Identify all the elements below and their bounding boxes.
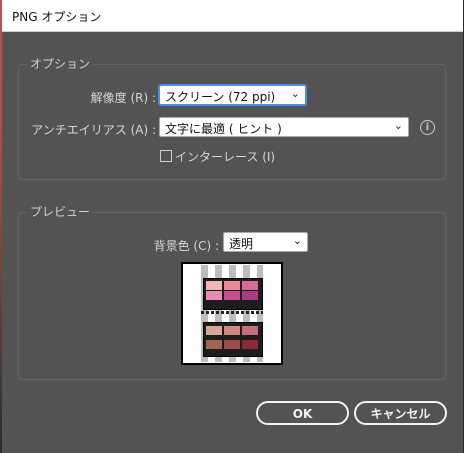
- background-color-label: 背景色 (C) :: [153, 239, 219, 253]
- info-icon[interactable]: i: [420, 120, 435, 135]
- swatch: [242, 326, 258, 335]
- png-options-dialog: PNG オプション オプション 解像度 (R) : スクリーン (72 ppi)…: [2, 0, 463, 453]
- palette-bottom: [203, 322, 263, 357]
- swatch: [224, 281, 240, 290]
- swatch: [242, 281, 258, 290]
- swatch: [206, 281, 222, 290]
- options-group-title: オプション: [27, 55, 94, 72]
- antialias-label: アンチエイリアス (A) :: [31, 123, 156, 137]
- chevron-down-icon: ⌄: [290, 87, 300, 100]
- chevron-down-icon: ⌄: [393, 119, 403, 132]
- interlace-checkbox[interactable]: [160, 150, 172, 162]
- title-bar: PNG オプション: [2, 0, 463, 32]
- preview-canvas: [183, 264, 281, 363]
- background-color-value: 透明: [229, 237, 254, 251]
- swatch: [224, 291, 240, 300]
- antialias-value: 文字に最適 ( ヒント ): [165, 122, 282, 136]
- interlace-label[interactable]: インターレース (I): [175, 148, 275, 165]
- swatch: [224, 326, 240, 335]
- cancel-button[interactable]: キャンセル: [354, 401, 447, 425]
- background-color-select[interactable]: 透明 ⌄: [223, 232, 308, 252]
- palette-top: [203, 278, 263, 310]
- resolution-label: 解像度 (R) :: [90, 91, 156, 105]
- swatch: [206, 326, 222, 335]
- palette-caption: [201, 311, 263, 314]
- chevron-down-icon: ⌄: [292, 234, 302, 247]
- resolution-select[interactable]: スクリーン (72 ppi) ⌄: [159, 85, 306, 105]
- swatch: [242, 340, 258, 349]
- preview-group-title: プレビュー: [27, 203, 94, 220]
- swatch: [224, 340, 240, 349]
- ok-button[interactable]: OK: [256, 401, 349, 425]
- preview-image: [181, 262, 283, 365]
- swatch: [206, 291, 222, 300]
- swatch: [206, 340, 222, 349]
- antialias-select[interactable]: 文字に最適 ( ヒント ) ⌄: [159, 117, 409, 137]
- swatch: [242, 291, 258, 300]
- resolution-value: スクリーン (72 ppi): [165, 90, 276, 104]
- window-title: PNG オプション: [12, 10, 102, 24]
